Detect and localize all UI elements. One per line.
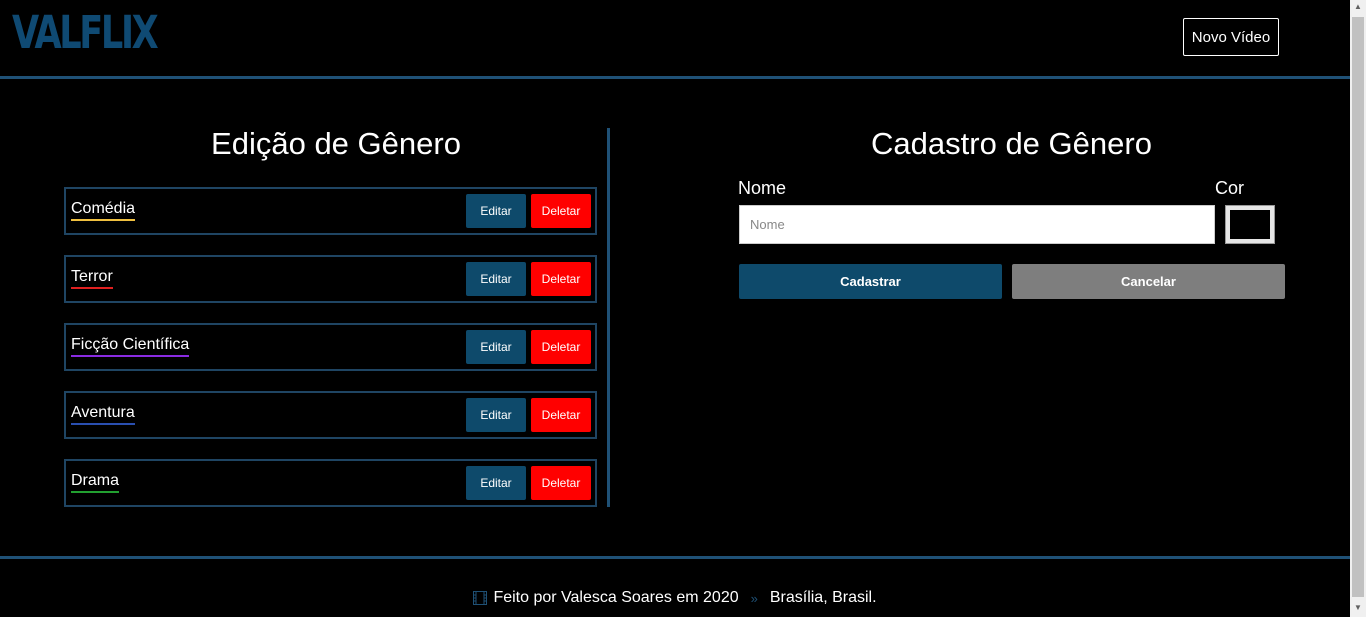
scroll-thumb[interactable] bbox=[1352, 17, 1364, 597]
delete-button[interactable]: Deletar bbox=[531, 330, 591, 364]
scrollbar[interactable]: ▲ ▼ bbox=[1350, 0, 1366, 617]
footer: Feito por Valesca Soares em 2020 » Brasí… bbox=[0, 589, 1350, 607]
genre-row: Ficção Científica Editar Deletar bbox=[64, 323, 597, 371]
edit-button[interactable]: Editar bbox=[466, 330, 526, 364]
footer-divider bbox=[0, 556, 1350, 559]
name-label: Nome bbox=[738, 178, 787, 198]
delete-button[interactable]: Deletar bbox=[531, 398, 591, 432]
column-divider bbox=[607, 128, 610, 507]
header: VALFLIX Novo Vídeo bbox=[0, 0, 1350, 79]
genre-row: Terror Editar Deletar bbox=[64, 255, 597, 303]
name-input[interactable] bbox=[739, 205, 1215, 244]
color-label: Cor bbox=[1215, 178, 1245, 198]
footer-location: Brasília, Brasil. bbox=[769, 589, 877, 606]
genre-name: Terror bbox=[71, 268, 113, 289]
chevron-right-icon: » bbox=[750, 590, 758, 606]
color-picker[interactable] bbox=[1225, 205, 1275, 244]
footer-credit: Feito por Valesca Soares em 2020 bbox=[493, 589, 739, 606]
delete-button[interactable]: Deletar bbox=[531, 262, 591, 296]
scroll-up-arrow-icon[interactable]: ▲ bbox=[1350, 2, 1366, 14]
edit-section-title: Edição de Gênero bbox=[211, 126, 461, 161]
genre-row: Aventura Editar Deletar bbox=[64, 391, 597, 439]
new-video-button[interactable]: Novo Vídeo bbox=[1183, 18, 1279, 56]
color-swatch bbox=[1230, 210, 1270, 239]
genre-name: Comédia bbox=[71, 200, 136, 221]
edit-button[interactable]: Editar bbox=[466, 466, 526, 500]
genre-name: Drama bbox=[71, 472, 120, 493]
form-title: Cadastro de Gênero bbox=[871, 126, 1152, 161]
edit-button[interactable]: Editar bbox=[466, 398, 526, 432]
genre-name: Ficção Científica bbox=[71, 336, 190, 357]
cancel-button[interactable]: Cancelar bbox=[1012, 264, 1285, 299]
edit-button[interactable]: Editar bbox=[466, 262, 526, 296]
submit-button[interactable]: Cadastrar bbox=[739, 264, 1002, 299]
logo[interactable]: VALFLIX bbox=[12, 6, 159, 60]
scroll-down-arrow-icon[interactable]: ▼ bbox=[1350, 603, 1366, 615]
genre-row: Comédia Editar Deletar bbox=[64, 187, 597, 235]
film-icon bbox=[473, 591, 488, 605]
delete-button[interactable]: Deletar bbox=[531, 466, 591, 500]
edit-button[interactable]: Editar bbox=[466, 194, 526, 228]
genre-row: Drama Editar Deletar bbox=[64, 459, 597, 507]
delete-button[interactable]: Deletar bbox=[531, 194, 591, 228]
genre-name: Aventura bbox=[71, 404, 135, 425]
